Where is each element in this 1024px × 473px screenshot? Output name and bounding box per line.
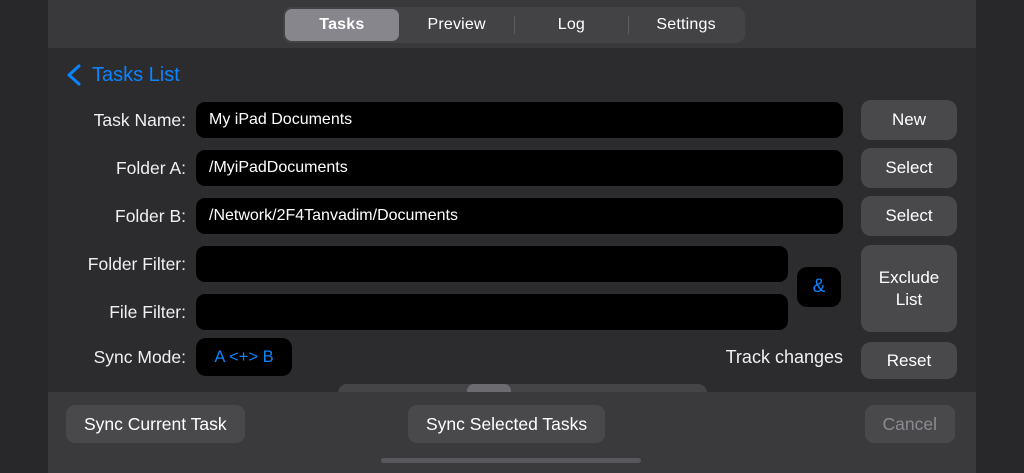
sync-mode-button[interactable]: A <+> B xyxy=(196,338,292,376)
back-button[interactable]: Tasks List xyxy=(66,60,180,90)
tab-log[interactable]: Log xyxy=(515,9,629,41)
select-folder-b-button[interactable]: Select xyxy=(861,196,957,236)
tab-preview[interactable]: Preview xyxy=(400,9,514,41)
app-screen: Tasks Preview Log Settings Tasks List Ta… xyxy=(0,0,1024,473)
task-name-label: Task Name: xyxy=(48,102,186,138)
new-button[interactable]: New xyxy=(861,100,957,140)
exclude-list-button[interactable]: Exclude List xyxy=(861,245,957,332)
home-indicator[interactable] xyxy=(381,458,641,463)
top-tab-bar: Tasks Preview Log Settings xyxy=(48,0,976,48)
sync-selected-tasks-button[interactable]: Sync Selected Tasks xyxy=(408,405,605,443)
chevron-left-icon xyxy=(66,64,81,86)
select-folder-a-button[interactable]: Select xyxy=(861,148,957,188)
folder-a-input[interactable] xyxy=(196,150,843,186)
bottom-toolbar: Sync Current Task Sync Selected Tasks Ca… xyxy=(48,392,976,473)
sync-mode-label: Sync Mode: xyxy=(48,338,186,376)
tab-settings[interactable]: Settings xyxy=(629,9,743,41)
task-name-input[interactable] xyxy=(196,102,843,138)
tab-tasks[interactable]: Tasks xyxy=(285,9,399,41)
filter-and-button[interactable]: & xyxy=(797,267,841,307)
folder-b-label: Folder B: xyxy=(48,198,186,234)
back-button-label: Tasks List xyxy=(92,64,180,87)
folder-filter-label: Folder Filter: xyxy=(48,246,186,282)
folder-b-input[interactable] xyxy=(196,198,843,234)
sync-current-task-button[interactable]: Sync Current Task xyxy=(66,405,245,443)
cancel-button[interactable]: Cancel xyxy=(865,405,955,443)
segmented-control: Tasks Preview Log Settings xyxy=(283,7,745,43)
file-filter-label: File Filter: xyxy=(48,294,186,330)
folder-a-label: Folder A: xyxy=(48,150,186,186)
track-changes-label: Track changes xyxy=(548,338,843,376)
file-filter-input[interactable] xyxy=(196,294,788,330)
reset-button[interactable]: Reset xyxy=(861,342,957,379)
app-frame: Tasks Preview Log Settings Tasks List Ta… xyxy=(48,0,976,473)
folder-filter-input[interactable] xyxy=(196,246,788,282)
